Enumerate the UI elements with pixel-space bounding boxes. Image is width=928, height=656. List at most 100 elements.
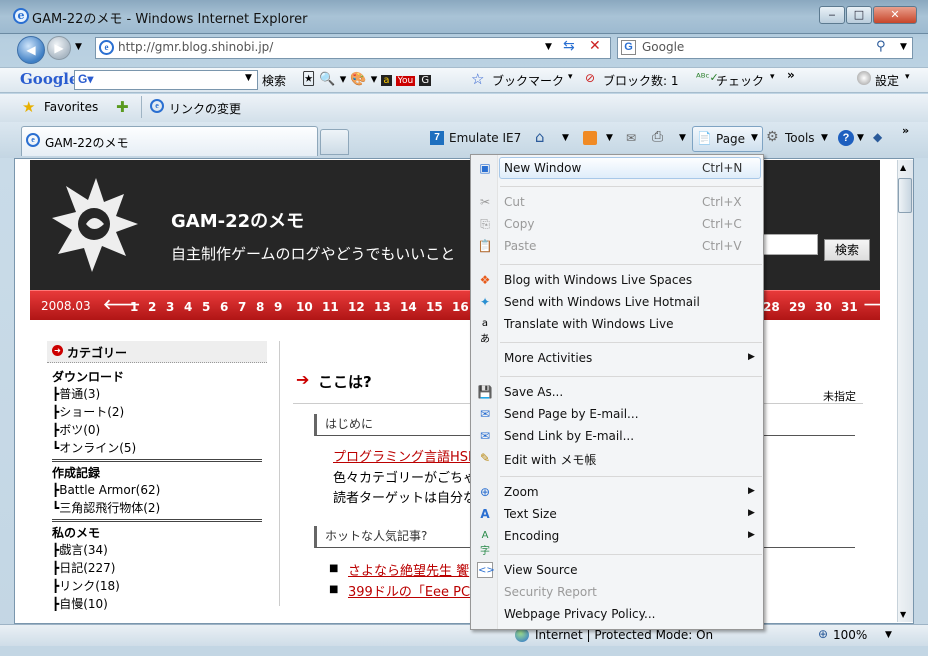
menu-item-send-link[interactable]: Send Link by E-mail... [504,429,634,443]
feeds-dropdown-icon[interactable]: ▼ [606,133,613,143]
scroll-down-arrow-icon[interactable]: ▼ [900,610,906,619]
calendar-day[interactable]: 10 [296,300,322,314]
maximize-button[interactable]: □ [846,6,872,24]
favorites-button[interactable]: Favorites [44,100,98,114]
blog-search-input[interactable] [763,234,818,255]
scroll-up-arrow-icon[interactable]: ▲ [900,163,906,172]
category-item[interactable]: ┣ショート(2) [52,403,262,421]
security-zone[interactable]: Internet | Protected Mode: On [535,628,713,642]
help-dropdown-icon[interactable]: ▼ [857,133,864,143]
back-button[interactable]: ◀ [17,36,45,64]
menu-item-more-activities[interactable]: More Activities [504,351,592,365]
forward-button[interactable]: ▶ [47,36,71,60]
home-dropdown-icon[interactable]: ▼ [562,133,569,143]
tools-dropdown-icon[interactable]: ▼ [821,133,828,143]
refresh-icon[interactable]: ⇆ [563,38,575,54]
calendar-day[interactable]: 30 [815,300,841,314]
vertical-scrollbar[interactable] [897,160,913,622]
category-item[interactable]: ┣戯言(34) [52,541,262,559]
next-month-arrow-icon[interactable]: 🡒 [863,296,901,313]
zoom-level[interactable]: 100% [833,628,867,642]
search-input[interactable]: Google [642,40,684,54]
category-group-head[interactable]: 私のメモ [52,524,262,541]
calendar-day[interactable]: 13 [374,300,400,314]
bookmark-star-icon[interactable]: ☆ [471,70,484,88]
calendar-day[interactable]: 11 [322,300,348,314]
calendar-day[interactable]: 29 [789,300,815,314]
address-dropdown-icon[interactable]: ▼ [545,42,552,52]
main-heading[interactable]: ここは? [318,371,372,392]
calendar-day[interactable]: 12 [348,300,374,314]
search-options-dropdown-icon[interactable]: ▼ [900,42,907,52]
search-icon[interactable]: ⚲ [876,39,886,54]
print-icon[interactable]: ⎙ [652,129,663,145]
toolbar-overflow-chevron[interactable]: » [787,68,795,82]
calendar-day[interactable]: 9 [274,300,296,314]
feeds-icon[interactable] [583,131,597,145]
category-item[interactable]: ┣Battle Armor(62) [52,481,262,499]
settings-button[interactable]: 設定 [875,72,899,89]
hot-article-link[interactable]: さよなら絶望先生 饗 [348,560,469,579]
calendar-day[interactable]: 8 [256,300,274,314]
menu-item-translate[interactable]: Translate with Windows Live [504,317,673,331]
help-icon[interactable]: ? [838,130,854,146]
bookmark-menu[interactable]: ブックマーク [492,72,564,89]
minimize-button[interactable]: ‒ [819,6,845,24]
stop-icon[interactable]: ✕ [589,38,601,54]
calendar-day[interactable]: 4 [184,300,202,314]
menu-item-encoding[interactable]: Encoding [504,529,559,543]
bookmark-dropdown-icon[interactable]: ▾ [568,72,573,82]
google-search-button[interactable]: 検索 [262,72,286,89]
calendar-day[interactable]: 1 [130,300,148,314]
calendar-day[interactable]: 7 [238,300,256,314]
menu-item-copy[interactable]: Copy [504,217,534,231]
popup-block-count[interactable]: ブロック数: 1 [603,72,679,89]
menu-item-blog-spaces[interactable]: Blog with Windows Live Spaces [504,273,692,287]
scroll-thumb[interactable] [898,178,912,213]
category-item[interactable]: ┣日記(227) [52,559,262,577]
category-item[interactable]: ┣ボツ(0) [52,421,262,439]
emulate-ie7-button[interactable]: Emulate IE7 [449,131,521,145]
calendar-day[interactable]: 6 [220,300,238,314]
tools-menu-button[interactable]: Tools [785,131,815,145]
menu-item-edit-with[interactable]: Edit with メモ帳 [504,451,596,468]
menu-item-view-source[interactable]: View Source [504,563,578,577]
category-item[interactable]: ┣普通(3) [52,385,262,403]
calendar-day[interactable]: 28 [763,300,789,314]
menu-item-paste[interactable]: Paste [504,239,536,253]
calendar-day[interactable]: 14 [400,300,426,314]
menu-item-send-page[interactable]: Send Page by E-mail... [504,407,639,421]
settings-dropdown-icon[interactable]: ▾ [905,72,910,82]
menu-item-zoom[interactable]: Zoom [504,485,539,499]
google-search-dropdown-icon[interactable]: ▼ [245,73,252,83]
category-item[interactable]: ┣自慢(10) [52,595,262,613]
zoom-dropdown-icon[interactable]: ▼ [885,630,892,640]
category-group-head[interactable]: ダウンロード [52,368,262,385]
article-link[interactable]: プログラミング言語HSP [333,446,476,465]
calendar-day[interactable]: 2 [148,300,166,314]
menu-item-text-size[interactable]: Text Size [504,507,557,521]
add-favorite-icon[interactable]: ✚ [116,98,129,116]
address-input[interactable]: http://gmr.blog.shinobi.jp/ [118,40,273,54]
read-mail-icon[interactable]: ✉ [626,131,636,145]
category-item[interactable]: ┗オンライン(5) [52,439,262,457]
google-logo[interactable]: Google [20,70,79,88]
menu-item-cut[interactable]: Cut [504,195,525,209]
blog-title[interactable]: GAM-22のメモ [171,207,304,233]
google-search-input[interactable] [74,70,258,90]
calendar-day[interactable]: 3 [166,300,184,314]
category-item[interactable]: ┗三角認飛行物体(2) [52,499,262,517]
favorite-link[interactable]: リンクの変更 [169,100,241,117]
spellcheck-dropdown-icon[interactable]: ▾ [770,72,775,82]
calendar-day[interactable]: 5 [202,300,220,314]
menu-item-security-report[interactable]: Security Report [504,585,597,599]
blog-search-button[interactable]: 検索 [824,239,870,261]
menu-item-send-hotmail[interactable]: Send with Windows Live Hotmail [504,295,700,309]
new-tab-button[interactable] [320,129,349,155]
category-group-head[interactable]: 作成記録 [52,464,262,481]
hot-article-link[interactable]: 399ドルの「Eee PC [348,581,470,600]
calendar-day[interactable]: 15 [426,300,452,314]
menu-item-privacy-policy[interactable]: Webpage Privacy Policy... [504,607,655,621]
close-button[interactable]: ✕ [873,6,917,24]
category-item[interactable]: ┣リンク(18) [52,577,262,595]
